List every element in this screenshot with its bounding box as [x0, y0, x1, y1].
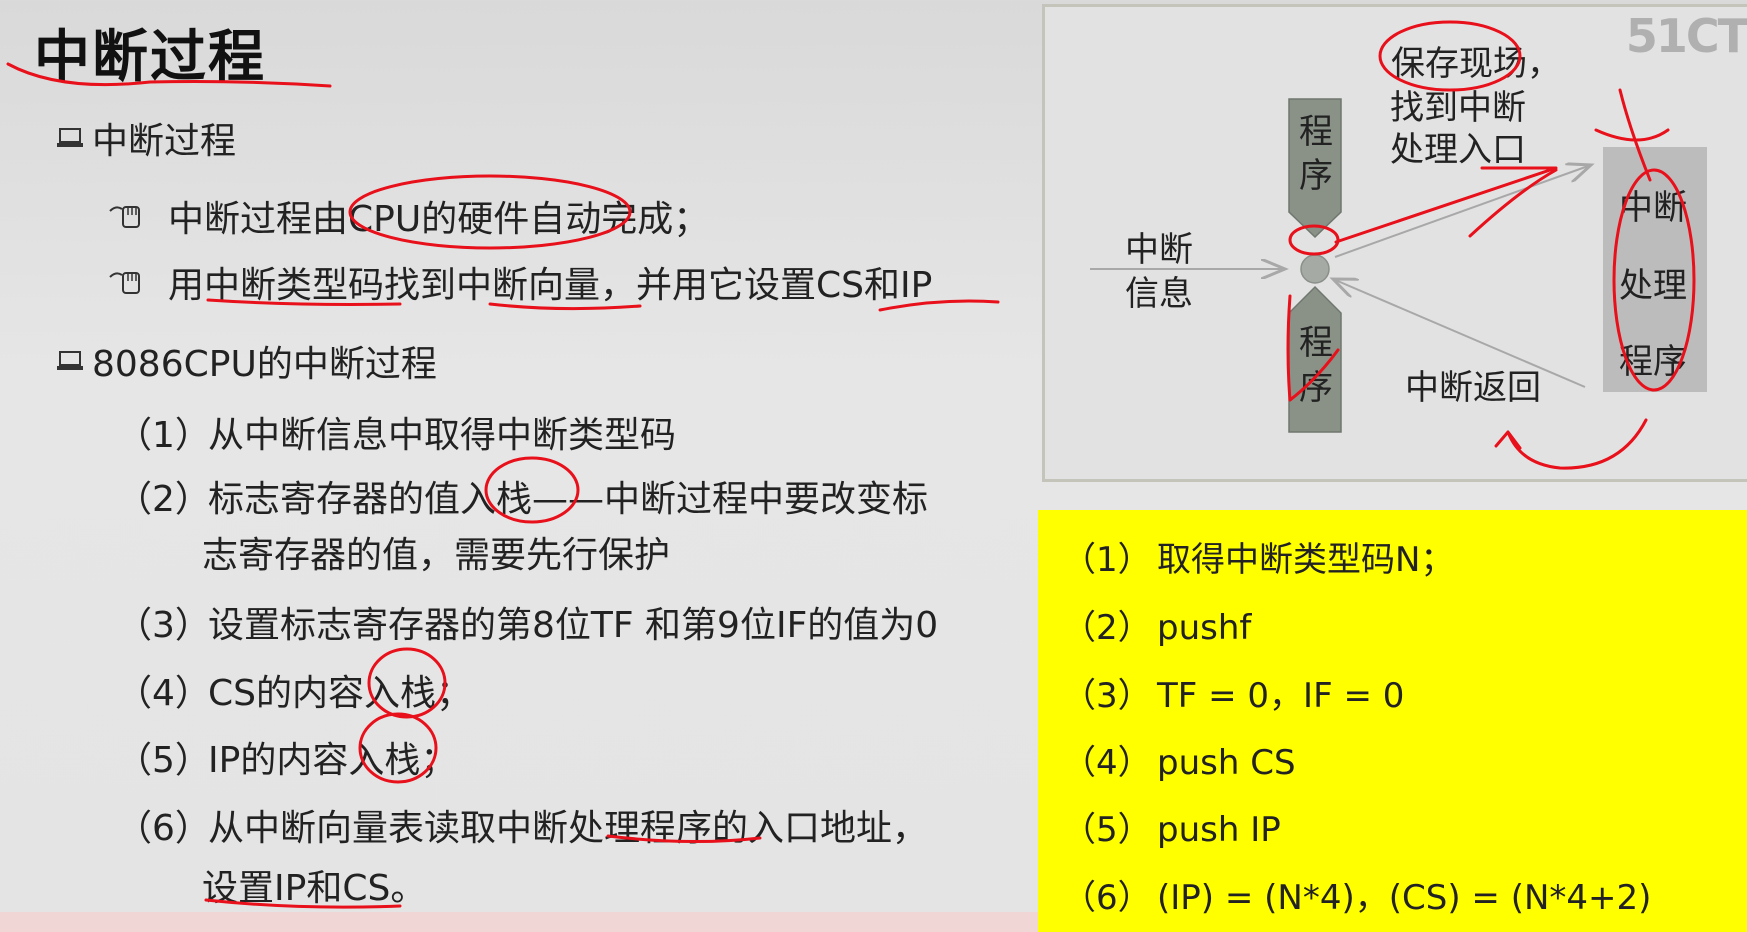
section-heading-interrupt-process: 中断过程	[56, 112, 236, 164]
section-heading-8086: 8086CPU的中断过程	[56, 335, 437, 387]
step-number: （5）	[116, 740, 211, 781]
code-line: （4） push CS	[1062, 735, 1296, 784]
program-top-char: 程	[1299, 112, 1333, 152]
program-bottom-char: 序	[1299, 368, 1333, 408]
step-text: 标志寄存器的值入栈——中断过程中要改变标	[208, 479, 929, 520]
step-text: CS的内容入栈；	[208, 673, 472, 714]
section-heading-label: 8086CPU的中断过程	[92, 344, 437, 385]
label-interrupt-info-2: 信息	[1125, 274, 1193, 314]
code-line-text: pushf	[1157, 608, 1252, 648]
step-item: （6）从中断向量表读取中断处理程序的入口地址，	[116, 799, 928, 851]
step-text: 从中断向量表读取中断处理程序的入口地址，	[208, 808, 929, 849]
list-item-text: 中断过程由CPU的硬件自动完成；	[168, 199, 710, 240]
save-context-arrow	[1334, 165, 1591, 258]
step-continuation: 志寄存器的值，需要先行保护	[202, 535, 671, 576]
code-line-number: （5）	[1062, 810, 1152, 850]
code-line: （6） (IP) = (N*4)，(CS) = (N*4+2)	[1062, 870, 1651, 919]
program-bottom-char: 程	[1299, 323, 1333, 363]
laptop-icon	[57, 351, 83, 370]
step-number: （1）	[116, 415, 211, 456]
list-item-text: 用中断类型码找到中断向量，并用它设置CS和IP	[168, 265, 933, 306]
step-text: 设置标志寄存器的第8位TF 和第9位IF的值为0	[208, 605, 939, 646]
code-line-number: （1）	[1062, 540, 1152, 580]
step-number: （3）	[116, 605, 211, 646]
step-text: IP的内容入栈；	[208, 740, 457, 781]
diagram-panel: 51CT 保存现场， 找到中断 处理入口 程 序 程 序 中断 信息 中断 处理…	[1042, 4, 1747, 482]
label-find-entry-2: 处理入口	[1390, 130, 1526, 170]
label-interrupt-return: 中断返回	[1405, 368, 1541, 408]
label-interrupt-info: 中断	[1125, 230, 1193, 270]
step-number: （4）	[116, 673, 211, 714]
code-line-number: （2）	[1062, 608, 1152, 648]
code-line-number: （6）	[1062, 878, 1152, 918]
code-panel: （1） 取得中断类型码N； （2） pushf （3） TF = 0，IF = 0 （…	[1038, 510, 1747, 932]
code-line: （5） push IP	[1062, 802, 1281, 851]
label-save-context: 保存现场，	[1391, 44, 1561, 84]
step-number: （2）	[116, 479, 211, 520]
label-find-entry: 找到中断	[1390, 88, 1526, 128]
program-top-char: 序	[1299, 156, 1333, 196]
code-line-number: （4）	[1062, 743, 1152, 783]
list-item: 用中断类型码找到中断向量，并用它设置CS和IP	[108, 256, 932, 308]
step-item: （2）标志寄存器的值入栈——中断过程中要改变标	[116, 470, 928, 522]
step-number: （6）	[116, 808, 211, 849]
handler-label: 处理	[1619, 266, 1687, 306]
code-line-text: push IP	[1157, 810, 1281, 850]
step-continuation: 设置IP和CS。	[202, 868, 427, 909]
step-item: （1）从中断信息中取得中断类型码	[116, 406, 676, 458]
code-line-text: (IP) = (N*4)，(CS) = (N*4+2)	[1157, 878, 1652, 918]
code-line: （3） TF = 0，IF = 0	[1062, 668, 1404, 717]
code-line-number: （3）	[1062, 676, 1152, 716]
handler-label: 中断	[1619, 188, 1687, 228]
laptop-icon	[57, 128, 83, 147]
section-heading-label: 中断过程	[92, 121, 237, 162]
code-line-text: 取得中断类型码N；	[1157, 540, 1455, 580]
slide-title: 中断过程	[34, 25, 266, 90]
interrupt-point	[1300, 254, 1330, 284]
handler-label: 程序	[1619, 342, 1687, 382]
code-line: （1） 取得中断类型码N；	[1062, 532, 1454, 581]
list-item: 中断过程由CPU的硬件自动完成；	[108, 190, 709, 242]
bottom-strip	[0, 912, 1038, 932]
code-line-text: TF = 0，IF = 0	[1157, 676, 1405, 716]
step-item: （5）IP的内容入栈；	[116, 731, 456, 783]
hand-pointer-icon	[109, 206, 140, 228]
code-line: （2） pushf	[1062, 600, 1251, 649]
code-line-text: push CS	[1157, 743, 1296, 783]
hand-pointer-icon	[109, 272, 140, 294]
step-text: 从中断信息中取得中断类型码	[208, 415, 677, 456]
step-item: （3）设置标志寄存器的第8位TF 和第9位IF的值为0	[116, 596, 938, 648]
step-item: （4）CS的内容入栈；	[116, 664, 472, 716]
